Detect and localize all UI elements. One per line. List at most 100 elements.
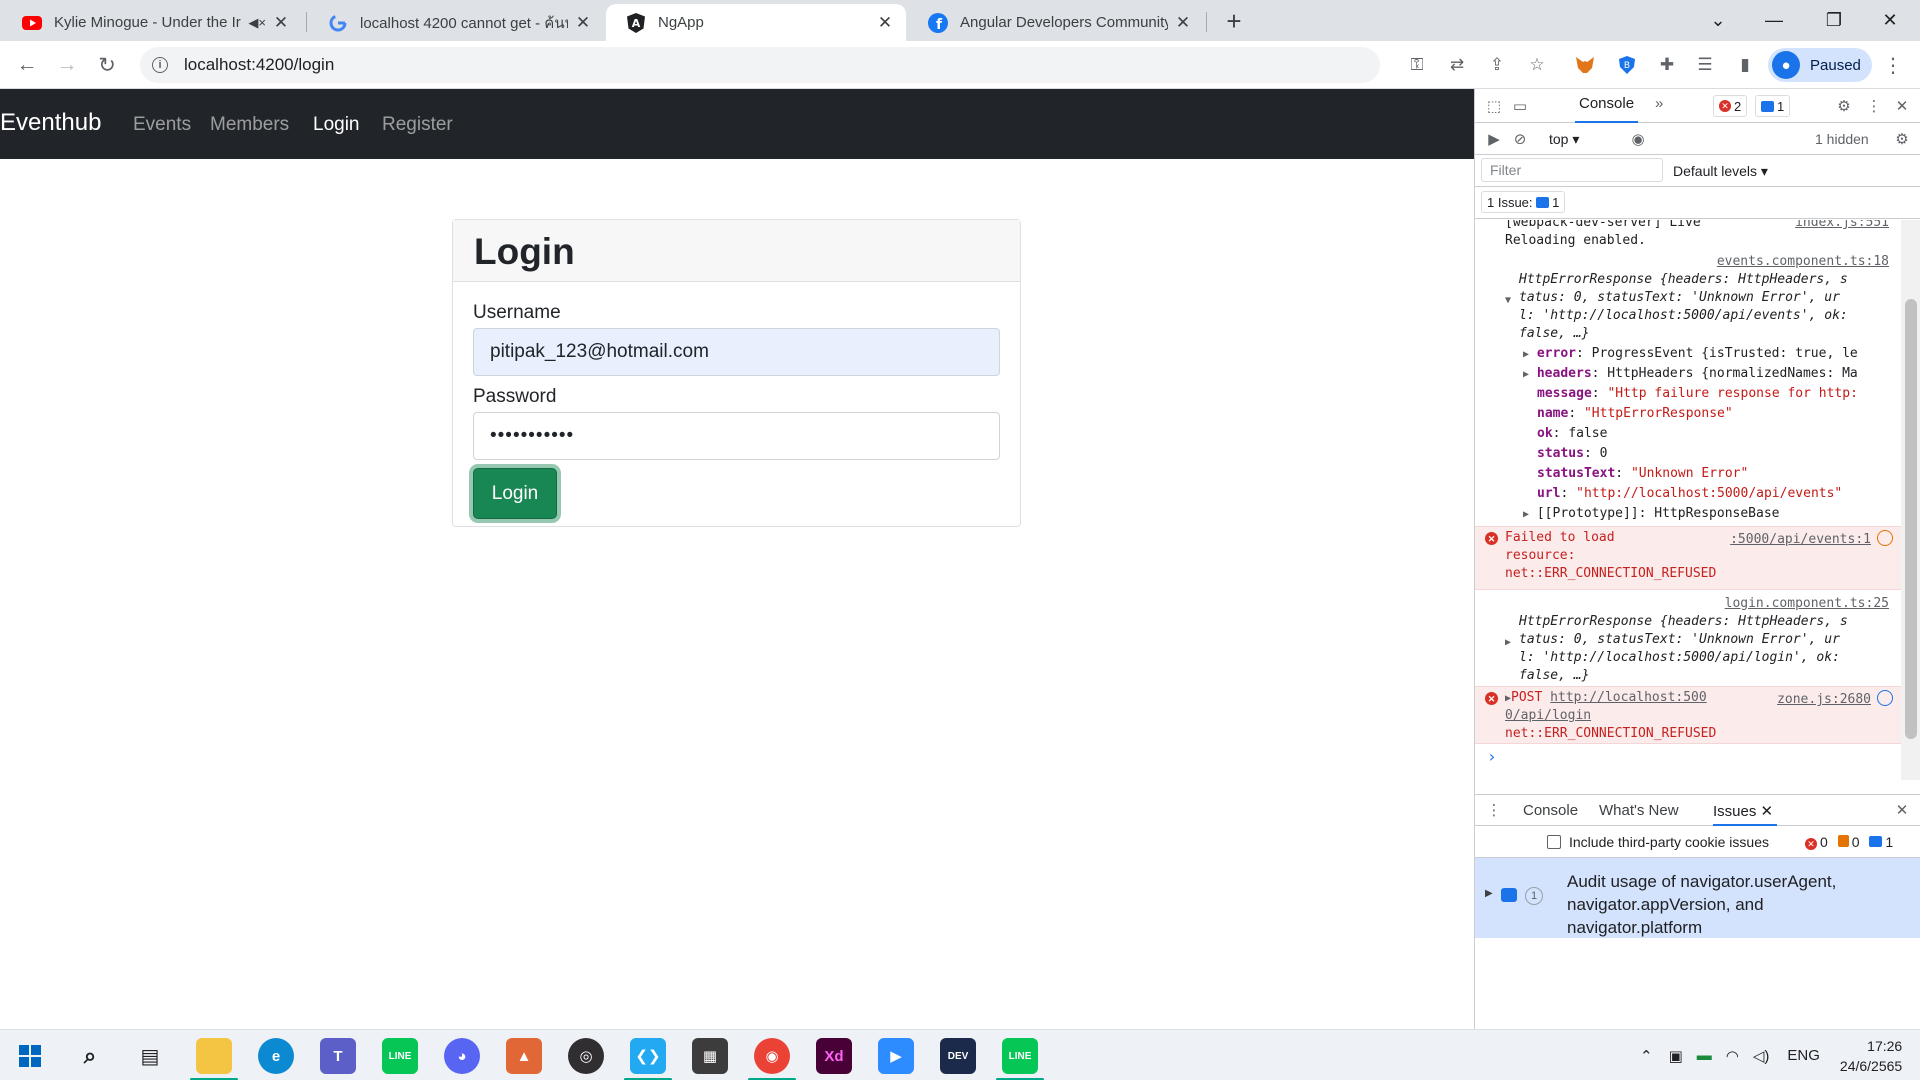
file-explorer-icon[interactable]	[196, 1038, 232, 1074]
line-app-icon[interactable]: LINE	[1002, 1038, 1038, 1074]
console-source-link[interactable]: :5000/api/events:1	[1730, 531, 1871, 549]
zoom-icon[interactable]: ▶	[878, 1038, 914, 1074]
key-icon[interactable]: ⚿	[1402, 47, 1432, 83]
edge-browser-icon[interactable]: e	[258, 1038, 294, 1074]
third-party-cookie-checkbox[interactable]	[1547, 835, 1561, 849]
close-drawer-icon[interactable]: ✕	[1889, 797, 1915, 823]
tab-youtube[interactable]: Kylie Minogue - Under the Ir ◀× ✕	[2, 4, 302, 41]
chrome-menu-icon[interactable]: ⋮	[1878, 50, 1908, 80]
profile-button[interactable]: ● Paused	[1768, 48, 1872, 82]
tab-search-chevron-icon[interactable]: ⌄	[1690, 0, 1746, 41]
tab-facebook[interactable]: f Angular Developers Community | ✕	[908, 4, 1204, 41]
clock[interactable]: 17:26 24/6/2565	[1840, 1036, 1902, 1076]
nav-link-register[interactable]: Register	[382, 114, 453, 136]
discord-icon[interactable]: ◕	[444, 1038, 480, 1074]
metamask-icon[interactable]	[1570, 50, 1600, 80]
error-count-badge[interactable]: ✕ 2	[1713, 95, 1748, 117]
console-source-link[interactable]: events.component.ts:18	[1717, 253, 1889, 271]
console-source-link[interactable]: zone.js:2680	[1777, 691, 1871, 709]
drawer-tab-issues[interactable]: Issues ✕	[1713, 802, 1778, 826]
network-request-icon[interactable]	[1877, 690, 1893, 706]
speaker-icon[interactable]: ◁)	[1753, 1047, 1770, 1065]
sidebar-toggle-icon[interactable]: ▶	[1481, 126, 1507, 152]
console-source-link[interactable]: index.js:551	[1795, 220, 1889, 232]
forward-button[interactable]: →	[52, 50, 82, 80]
bookmark-star-icon[interactable]: ☆	[1522, 47, 1552, 83]
username-input[interactable]	[473, 328, 1000, 376]
side-panel-icon[interactable]: ▮	[1730, 50, 1760, 80]
close-icon[interactable]: ✕	[574, 13, 592, 32]
windows-start-icon[interactable]	[12, 1038, 48, 1074]
nav-link-login[interactable]: Login	[313, 114, 360, 136]
close-icon[interactable]: ✕	[272, 13, 290, 32]
collapse-triangle-icon[interactable]: ▶	[1505, 634, 1511, 652]
tray-app-icon[interactable]: ▣	[1669, 1047, 1683, 1065]
extensions-puzzle-icon[interactable]: ✚	[1652, 50, 1682, 80]
network-request-icon[interactable]	[1877, 530, 1893, 546]
devtools-tab-console[interactable]: Console	[1575, 95, 1639, 123]
console-filter-input[interactable]: Filter	[1481, 158, 1663, 182]
shield-extension-icon[interactable]: B	[1612, 50, 1642, 80]
drawer-menu-icon[interactable]: ⋮	[1481, 797, 1507, 823]
vscode-icon[interactable]: ❮❯	[630, 1038, 666, 1074]
issue-item[interactable]: ▶ 1 Audit usage of navigator.userAgent, …	[1475, 858, 1920, 938]
devtools-menu-icon[interactable]: ⋮	[1861, 93, 1887, 119]
address-bar[interactable]: i localhost:4200/login ⚿ ⇄ ⇪ ☆	[140, 47, 1545, 83]
line-app-icon[interactable]: LINE	[382, 1038, 418, 1074]
task-view-icon[interactable]: ▤	[132, 1038, 168, 1074]
back-button[interactable]: ←	[12, 50, 42, 80]
device-toolbar-icon[interactable]: ▭	[1507, 93, 1533, 119]
minimize-button[interactable]: —	[1746, 0, 1802, 41]
login-submit-button[interactable]: Login	[473, 468, 557, 519]
new-tab-button[interactable]: +	[1220, 8, 1248, 36]
close-devtools-icon[interactable]: ✕	[1889, 93, 1915, 119]
site-info-icon[interactable]: i	[152, 57, 168, 73]
dev-cpp-icon[interactable]: DEV	[940, 1038, 976, 1074]
console-prompt[interactable]: ›	[1487, 748, 1497, 766]
reading-list-icon[interactable]: ☰	[1690, 50, 1720, 80]
console-property-row[interactable]: ▶ [[Prototype]]: HttpResponseBase	[1523, 505, 1780, 524]
drawer-tab-whats-new[interactable]: What's New	[1599, 802, 1679, 819]
settings-gear-icon[interactable]: ⚙	[1831, 93, 1857, 119]
console-scrollbar-thumb[interactable]	[1905, 299, 1917, 739]
log-levels-dropdown[interactable]: Default levels ▾	[1673, 163, 1768, 180]
close-icon[interactable]: ✕	[1174, 13, 1192, 32]
issues-badge[interactable]: 1 Issue: 1	[1481, 191, 1566, 213]
close-icon[interactable]: ✕	[1761, 803, 1774, 820]
request-url-link[interactable]: 0/api/login	[1505, 707, 1591, 725]
nav-link-events[interactable]: Events	[133, 114, 191, 136]
request-url-link[interactable]: http://localhost:500	[1550, 690, 1707, 705]
inspect-element-icon[interactable]: ⬚	[1481, 93, 1507, 119]
tab-ngapp[interactable]: A NgApp ✕	[606, 4, 906, 41]
matlab-icon[interactable]: ▲	[506, 1038, 542, 1074]
adobe-xd-icon[interactable]: Xd	[816, 1038, 852, 1074]
tab-google-search[interactable]: localhost 4200 cannot get - ค้นห ✕	[308, 4, 604, 41]
console-source-link[interactable]: login.component.ts:25	[1725, 595, 1889, 613]
chevron-up-icon[interactable]: ⌃	[1640, 1047, 1653, 1065]
share-icon[interactable]: ⇪	[1482, 47, 1512, 83]
context-selector[interactable]: top ▾	[1549, 131, 1579, 148]
obs-icon[interactable]: ◎	[568, 1038, 604, 1074]
reload-button[interactable]: ↻	[92, 50, 122, 80]
teams-icon[interactable]: T	[320, 1038, 356, 1074]
search-icon[interactable]: ⌕	[72, 1038, 108, 1074]
console-settings-gear-icon[interactable]: ⚙	[1889, 126, 1915, 152]
expand-triangle-icon[interactable]: ▶	[1485, 888, 1493, 899]
translate-icon[interactable]: ⇄	[1442, 47, 1472, 83]
chrome-icon[interactable]: ◉	[754, 1038, 790, 1074]
wifi-icon[interactable]: ◠	[1726, 1047, 1739, 1065]
window-close-button[interactable]: ✕	[1862, 0, 1918, 41]
brand-logo[interactable]: Eventhub	[0, 109, 101, 137]
live-expression-eye-icon[interactable]: ◉	[1625, 126, 1651, 152]
speaker-mute-icon[interactable]: ◀×	[248, 15, 266, 31]
drawer-tab-console[interactable]: Console	[1523, 802, 1578, 819]
restore-button[interactable]: ❐	[1806, 0, 1862, 41]
clear-console-icon[interactable]: ⊘	[1507, 126, 1533, 152]
password-input[interactable]	[473, 412, 1000, 460]
message-count-badge[interactable]: 1	[1755, 95, 1791, 117]
console-property-row[interactable]: ▶ error: ProgressEvent {isTrusted: true,…	[1523, 345, 1858, 364]
battery-icon[interactable]: ▬	[1697, 1047, 1712, 1064]
console-property-row[interactable]: ▶ headers: HttpHeaders {normalizedNames:…	[1523, 365, 1858, 384]
more-tabs-icon[interactable]: »	[1655, 95, 1663, 112]
nav-link-members[interactable]: Members	[210, 114, 289, 136]
